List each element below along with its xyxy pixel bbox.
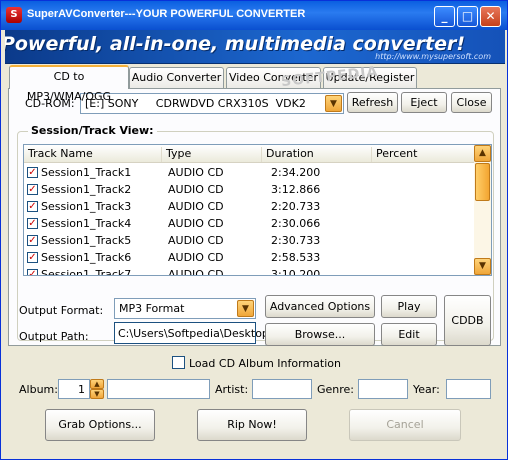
advanced-options-button[interactable]: Advanced Options [265, 295, 375, 318]
cancel-button[interactable]: Cancel [349, 409, 461, 441]
refresh-button[interactable]: Refresh [347, 92, 398, 113]
track-checkbox[interactable]: ✓ [27, 235, 38, 246]
track-name: Session1_Track6 [41, 251, 132, 264]
banner: Powerful, all-in-one, multimedia convert… [5, 30, 505, 64]
cddb-button[interactable]: CDDB [444, 295, 491, 346]
scroll-down-icon[interactable]: ▼ [474, 258, 491, 275]
col-percent[interactable]: Percent [371, 147, 417, 162]
tab-cd-to-mp3[interactable]: CD to MP3/WMA/OGG [9, 65, 129, 103]
chevron-down-icon[interactable]: ▼ [237, 300, 254, 317]
artist-field[interactable] [252, 379, 312, 399]
output-format-label: Output Format: [19, 304, 104, 317]
output-format-value: MP3 Format [119, 302, 185, 315]
track-type: AUDIO CD [168, 268, 224, 276]
track-duration: 2:58.533 [271, 251, 321, 264]
track-checkbox[interactable]: ✓ [27, 269, 38, 275]
track-name: Session1_Track7 [41, 268, 132, 276]
track-type: AUDIO CD [168, 217, 224, 230]
output-path-field[interactable]: C:\Users\Softpedia\Desktop [114, 322, 269, 344]
track-duration: 2:30.733 [271, 234, 321, 247]
track-name: Session1_Track5 [41, 234, 132, 247]
track-type: AUDIO CD [168, 200, 224, 213]
close-button[interactable]: Close [451, 92, 492, 113]
output-path-label: Output Path: [19, 330, 89, 343]
track-name: Session1_Track3 [41, 200, 132, 213]
edit-button[interactable]: Edit [381, 323, 437, 346]
cdrom-value: [E:] SONY CDRWDVD CRX310S VDK2 [85, 97, 306, 110]
table-row[interactable]: ✓ Session1_Track7 AUDIO CD 3:10.200 [24, 266, 474, 276]
app-window: S SuperAVConverter---YOUR POWERFUL CONVE… [0, 0, 508, 460]
close-window-button[interactable]: ✕ [480, 6, 501, 27]
album-number-field[interactable]: 1 [58, 379, 90, 399]
session-title: Session/Track View: [28, 124, 157, 137]
banner-url: http://www.mysupersoft.com [375, 52, 491, 61]
maximize-button[interactable]: □ [457, 6, 478, 27]
output-format-select[interactable]: MP3 Format ▼ [114, 298, 256, 319]
track-checkbox[interactable]: ✓ [27, 218, 38, 229]
track-type: AUDIO CD [168, 234, 224, 247]
genre-field[interactable] [358, 379, 408, 399]
track-duration: 2:30.066 [271, 217, 321, 230]
window-title: SuperAVConverter---YOUR POWERFUL CONVERT… [27, 8, 306, 20]
album-label: Album: [19, 383, 58, 396]
col-duration[interactable]: Duration [261, 147, 314, 162]
track-list[interactable]: Track Name Type Duration Percent ✓ Sessio… [23, 144, 492, 276]
genre-label: Genre: [317, 383, 355, 396]
track-duration: 3:10.200 [271, 268, 321, 276]
track-duration: 2:34.200 [271, 166, 321, 179]
track-checkbox[interactable]: ✓ [27, 252, 38, 263]
year-label: Year: [413, 383, 440, 396]
table-row[interactable]: ✓ Session1_Track3 AUDIO CD 2:20.733 [24, 198, 474, 215]
chevron-down-icon[interactable]: ▼ [325, 95, 342, 112]
title-bar[interactable]: S SuperAVConverter---YOUR POWERFUL CONVE… [1, 1, 507, 30]
load-album-label: Load CD Album Information [189, 357, 341, 370]
app-icon: S [6, 7, 22, 23]
table-row[interactable]: ✓ Session1_Track6 AUDIO CD 2:58.533 [24, 249, 474, 266]
output-path-value: C:\Users\Softpedia\Desktop [118, 327, 269, 340]
play-button[interactable]: Play [381, 295, 437, 318]
list-header: Track Name Type Duration Percent [24, 145, 474, 163]
vertical-scrollbar[interactable]: ▲ ▼ [474, 145, 491, 275]
col-track-name[interactable]: Track Name [24, 147, 93, 162]
track-name: Session1_Track1 [41, 166, 132, 179]
scroll-thumb[interactable] [475, 163, 490, 201]
spin-down-icon[interactable]: ▼ [90, 389, 104, 399]
tab-audio-converter[interactable]: Audio Converter [129, 67, 224, 88]
track-name: Session1_Track4 [41, 217, 132, 230]
year-field[interactable] [446, 379, 491, 399]
track-duration: 3:12.866 [271, 183, 321, 196]
artist-label: Artist: [215, 383, 249, 396]
track-checkbox[interactable]: ✓ [27, 201, 38, 212]
table-row[interactable]: ✓ Session1_Track2 AUDIO CD 3:12.866 [24, 181, 474, 198]
track-name: Session1_Track2 [41, 183, 132, 196]
album-number-value: 1 [78, 383, 85, 396]
track-type: AUDIO CD [168, 166, 224, 179]
track-type: AUDIO CD [168, 183, 224, 196]
track-checkbox[interactable]: ✓ [27, 184, 38, 195]
album-spinner[interactable]: ▲ ▼ [90, 379, 104, 399]
col-type[interactable]: Type [161, 147, 191, 162]
eject-button[interactable]: Eject [401, 92, 447, 113]
cdrom-select[interactable]: [E:] SONY CDRWDVD CRX310S VDK2 ▼ [80, 93, 344, 114]
minimize-button[interactable]: _ [434, 6, 455, 27]
browse-button[interactable]: Browse... [265, 323, 375, 346]
table-row[interactable]: ✓ Session1_Track4 AUDIO CD 2:30.066 [24, 215, 474, 232]
track-checkbox[interactable]: ✓ [27, 167, 38, 178]
track-duration: 2:20.733 [271, 200, 321, 213]
table-row[interactable]: ✓ Session1_Track5 AUDIO CD 2:30.733 [24, 232, 474, 249]
track-type: AUDIO CD [168, 251, 224, 264]
scroll-up-icon[interactable]: ▲ [474, 145, 491, 162]
grab-options-button[interactable]: Grab Options... [45, 409, 155, 441]
spin-up-icon[interactable]: ▲ [90, 379, 104, 389]
table-row[interactable]: ✓ Session1_Track1 AUDIO CD 2:34.200 [24, 164, 474, 181]
album-name-field[interactable] [107, 379, 210, 399]
rip-now-button[interactable]: Rip Now! [197, 409, 307, 441]
load-album-checkbox[interactable] [172, 356, 185, 369]
